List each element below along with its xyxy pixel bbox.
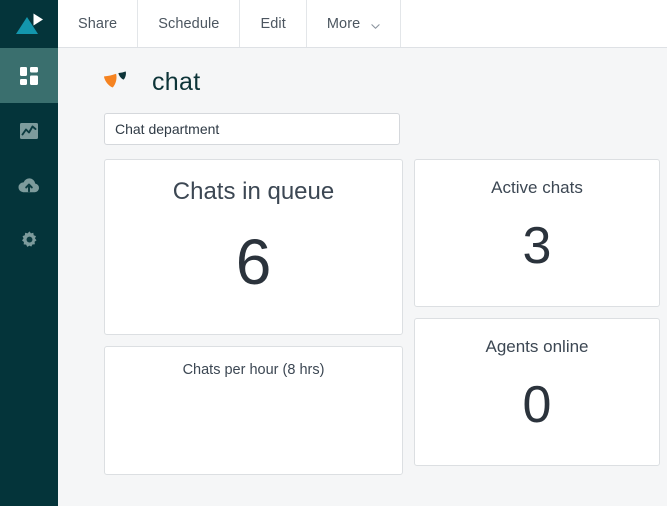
schedule-button-label: Schedule: [158, 15, 220, 32]
tile-title: Active chats: [491, 178, 583, 197]
share-button-label: Share: [78, 15, 118, 32]
chat-brand-icon: [103, 69, 138, 95]
gear-icon: [21, 231, 37, 247]
content-area: Share Schedule Edit More chat Chat depar…: [58, 0, 667, 506]
sidebar-item-develop[interactable]: [0, 158, 58, 213]
tile-column-left: Chats in queue 6 Chats per hour (8 hrs): [104, 159, 403, 475]
dashboard-toolbar: Share Schedule Edit More: [58, 0, 667, 48]
dashboard-header-logo: chat: [58, 48, 667, 96]
tile-value: 6: [235, 226, 272, 298]
schedule-button[interactable]: Schedule: [138, 0, 241, 47]
chevron-down-icon: [371, 19, 380, 29]
sidebar-item-admin[interactable]: [0, 213, 58, 268]
grid-dashboard-icon: [20, 66, 38, 85]
chat-department-filter-input[interactable]: [104, 113, 400, 145]
tile-agents-online[interactable]: Agents online 0: [414, 318, 660, 466]
more-button[interactable]: More: [306, 0, 402, 47]
dashboard-filters: [58, 94, 667, 145]
edit-button-label: Edit: [260, 15, 286, 32]
tile-title: Chats per hour (8 hrs): [182, 361, 325, 378]
chat-brand-glyph: [103, 71, 126, 88]
tile-value: 3: [522, 217, 552, 275]
chat-brand-wordmark: chat: [152, 67, 201, 96]
tile-value: 0: [522, 376, 552, 434]
dashboard-canvas: chat Chats in queue 6 Chats per hour (8 …: [58, 48, 667, 506]
tile-column-right: Active chats 3 Agents online 0: [414, 159, 660, 475]
share-button[interactable]: Share: [58, 0, 139, 47]
tile-title: Chats in queue: [172, 178, 335, 205]
cloud-upload-icon: [18, 177, 40, 192]
tile-chats-per-hour[interactable]: Chats per hour (8 hrs): [104, 345, 403, 475]
sidebar: [0, 0, 58, 506]
more-button-label: More: [326, 15, 361, 32]
tile-chats-in-queue[interactable]: Chats in queue 6: [104, 159, 403, 335]
toolbar-spacer: [401, 0, 667, 47]
area-chart-icon: [20, 122, 38, 139]
sidebar-item-explore[interactable]: [0, 103, 58, 158]
app-root: Share Schedule Edit More chat Chat depar…: [0, 0, 667, 506]
tile-active-chats[interactable]: Active chats 3: [414, 159, 660, 307]
sidebar-item-dashboards[interactable]: [0, 48, 58, 103]
tile-grid: Chats in queue 6 Chats per hour (8 hrs) …: [58, 145, 667, 475]
edit-button[interactable]: Edit: [240, 0, 307, 47]
looker-logo-icon[interactable]: [0, 0, 58, 48]
tile-title: Agents online: [485, 337, 589, 356]
looker-logo-glyph: [16, 13, 43, 34]
